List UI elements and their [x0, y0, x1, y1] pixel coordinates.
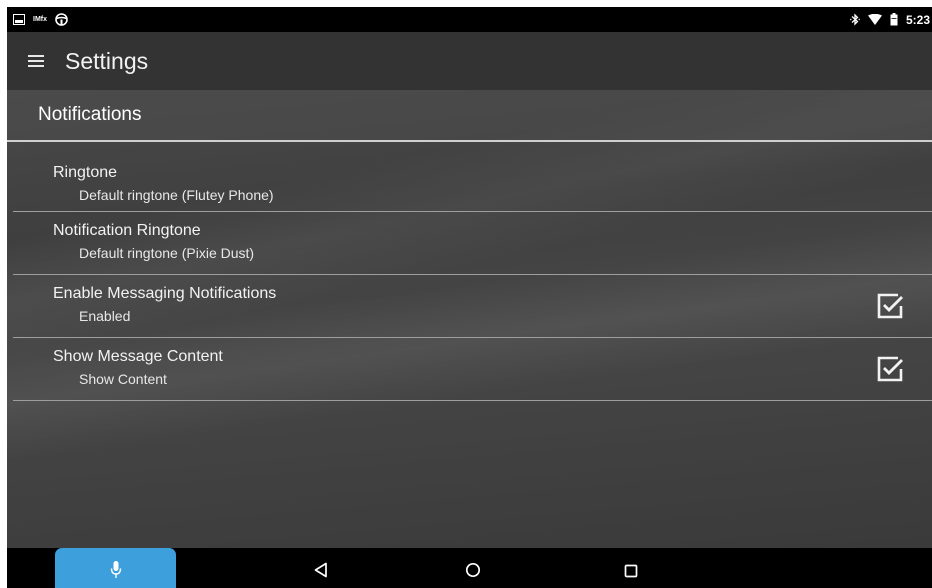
- pref-title: Enable Messaging Notifications: [53, 285, 277, 302]
- back-icon: [313, 562, 329, 582]
- voice-button[interactable]: [55, 548, 176, 588]
- page-title: Settings: [65, 47, 149, 74]
- device-screen: IMfx 5:23 Settings Notifications Rington…: [7, 7, 932, 588]
- preferences-list: Ringtone Default ringtone (Flutey Phone)…: [13, 143, 932, 401]
- ringtone-preference[interactable]: Ringtone Default ringtone (Flutey Phone): [13, 140, 932, 212]
- pref-title: Notification Ringtone: [53, 222, 201, 239]
- imfx-icon: IMfx: [33, 16, 47, 23]
- bluetooth-icon: [850, 13, 860, 26]
- recents-icon: [624, 563, 638, 582]
- notifications-category-header: Notifications: [7, 90, 932, 142]
- steering-wheel-icon: [55, 13, 68, 26]
- imfx-label: IMfx: [33, 16, 47, 23]
- enable-messaging-notifications-preference[interactable]: Enable Messaging Notifications Enabled: [13, 275, 932, 338]
- pref-summary: Default ringtone (Flutey Phone): [79, 187, 274, 203]
- navigation-bar: [7, 548, 932, 588]
- notification-ringtone-preference[interactable]: Notification Ringtone Default ringtone (…: [13, 212, 932, 275]
- show-message-content-preference[interactable]: Show Message Content Show Content: [13, 338, 932, 401]
- status-bar: IMfx 5:23: [7, 7, 932, 32]
- checked-checkbox-icon[interactable]: [876, 355, 904, 383]
- microphone-icon: [109, 559, 123, 585]
- screenshot-icon: [13, 14, 25, 25]
- checked-checkbox-icon[interactable]: [876, 292, 904, 320]
- pref-summary: Default ringtone (Pixie Dust): [79, 245, 255, 261]
- home-button[interactable]: [453, 556, 493, 588]
- status-time: 5:23: [905, 12, 930, 27]
- category-title: Notifications: [38, 104, 142, 125]
- status-bar-right: 5:23: [850, 13, 932, 27]
- pref-title: Ringtone: [53, 164, 118, 181]
- pref-summary: Show Content: [79, 371, 167, 387]
- wifi-icon: [867, 14, 882, 25]
- back-button[interactable]: [301, 556, 341, 588]
- status-bar-left: IMfx: [7, 13, 68, 26]
- hamburger-menu-icon[interactable]: [7, 32, 65, 90]
- battery-icon: [890, 13, 898, 26]
- home-icon: [465, 562, 481, 582]
- pref-title: Show Message Content: [53, 348, 223, 365]
- app-toolbar: Settings: [7, 32, 932, 90]
- recents-button[interactable]: [611, 556, 651, 588]
- pref-summary: Enabled: [79, 308, 131, 324]
